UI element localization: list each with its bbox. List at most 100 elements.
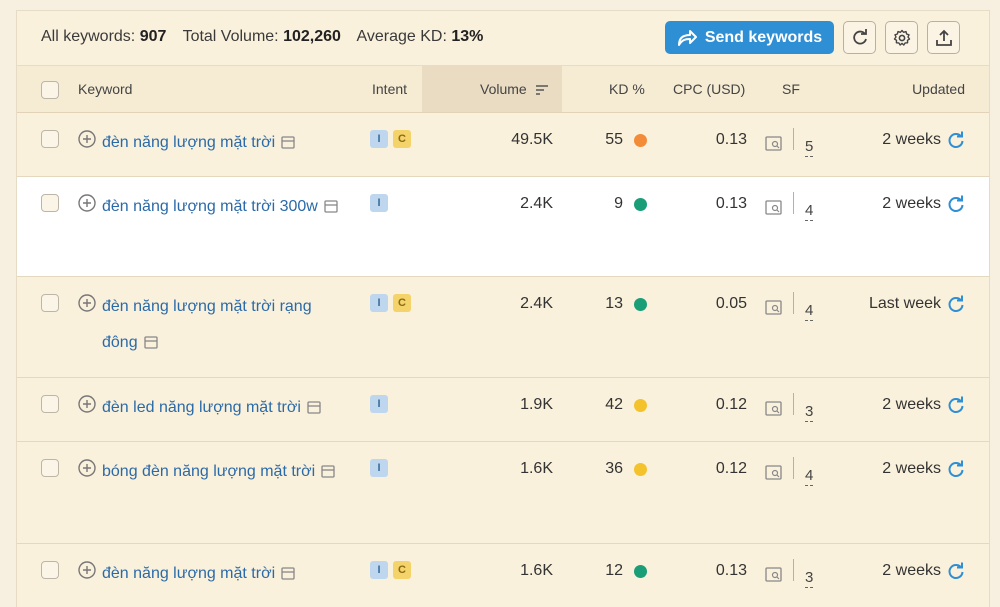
serp-features-icon[interactable] [765,567,783,583]
all-keywords-value: 907 [139,28,167,45]
column-header-sf[interactable]: SF [782,81,800,97]
column-header-keyword[interactable]: Keyword [78,81,132,97]
serp-features-icon[interactable] [765,200,783,216]
sf-divider [793,393,794,415]
summary-bar: All keywords: 907 Total Volume: 102,260 … [17,11,989,65]
column-header-intent[interactable]: Intent [372,81,407,97]
table-row[interactable]: bóng đèn năng lượng mặt trời I 1.6K 36 0.12 4… [17,442,989,544]
column-header-volume-label: Volume [480,81,527,97]
column-header-updated[interactable]: Updated [912,81,965,97]
keyword-link[interactable]: đèn năng lượng mặt trời rạng đông [102,298,312,351]
intent-commercial-badge: C [393,130,411,148]
sf-divider [793,292,794,314]
add-to-list-icon[interactable] [78,395,96,413]
column-header-cpc[interactable]: CPC (USD) [673,81,745,97]
send-keywords-button[interactable]: Send keywords [665,21,834,54]
refresh-icon[interactable] [947,195,965,213]
refresh-icon[interactable] [947,460,965,478]
volume-value: 2.4K [520,295,553,312]
intent-badges: IC [370,130,411,148]
sf-count[interactable]: 4 [805,302,814,321]
refresh-icon[interactable] [947,295,965,313]
table-header: Keyword Intent Volume KD % CPC (USD) SF … [17,65,989,113]
intent-badges: I [370,459,388,477]
row-checkbox[interactable] [41,130,59,148]
intent-informational-badge: I [370,459,388,477]
table-row[interactable]: đèn led năng lượng mặt trời I 1.9K 42 0.12 3 2… [17,378,989,442]
refresh-icon[interactable] [947,396,965,414]
serp-preview-icon[interactable] [321,465,335,478]
table-row[interactable]: đèn năng lượng mặt trời I C 1.6K 12 0.13 3 2 we… [17,544,989,607]
keyword-link[interactable]: đèn led năng lượng mặt trời [102,399,301,416]
add-to-list-icon[interactable] [78,294,96,312]
updated-value: 2 weeks [882,131,941,148]
intent-informational-badge: I [370,294,388,312]
volume-value: 1.6K [520,460,553,477]
sf-count[interactable]: 3 [805,569,814,588]
serp-features-icon[interactable] [765,465,783,481]
row-checkbox[interactable] [41,294,59,312]
intent-badges: I [370,395,388,413]
column-header-volume[interactable]: Volume [480,81,549,97]
settings-button[interactable] [885,21,918,54]
intent-informational-badge: I [370,395,388,413]
row-checkbox[interactable] [41,395,59,413]
keyword-link[interactable]: đèn năng lượng mặt trời [102,565,275,582]
sf-count[interactable]: 3 [805,403,814,422]
intent-badges: IC [370,561,411,579]
refresh-icon[interactable] [947,131,965,149]
select-all-checkbox[interactable] [41,81,59,99]
sf-count[interactable]: 5 [805,138,814,157]
row-checkbox[interactable] [41,561,59,579]
intent-commercial-badge: C [393,561,411,579]
kd-difficulty-dot [634,463,647,476]
serp-features-icon[interactable] [765,136,783,152]
total-volume-value: 102,260 [283,28,341,45]
updated-value: Last week [868,295,941,312]
serp-preview-icon[interactable] [281,567,295,580]
serp-features-icon[interactable] [765,300,783,316]
intent-commercial-badge: C [393,294,411,312]
add-to-list-icon[interactable] [78,130,96,148]
kd-value: 13 [605,295,623,312]
keyword-link[interactable]: bóng đèn năng lượng mặt trời [102,463,315,480]
add-to-list-icon[interactable] [78,561,96,579]
sf-divider [793,457,794,479]
keyword-link[interactable]: đèn năng lượng mặt trời 300w [102,198,318,215]
intent-informational-badge: I [370,194,388,212]
serp-features-icon[interactable] [765,401,783,417]
serp-preview-icon[interactable] [143,336,158,349]
table-row[interactable]: đèn năng lượng mặt trời 300w I 2.4K 9 0.13 4 2… [17,177,989,277]
sf-count[interactable]: 4 [805,202,814,221]
total-volume-label: Total Volume: [182,28,279,45]
serp-preview-icon[interactable] [324,200,338,213]
refresh-button[interactable] [843,21,876,54]
add-to-list-icon[interactable] [78,194,96,212]
cpc-value: 0.12 [715,460,747,477]
row-checkbox[interactable] [41,194,59,212]
table-row[interactable]: đèn năng lượng mặt trời rạng đông I C 2.4K 1… [17,277,989,378]
refresh-icon[interactable] [947,562,965,580]
serp-preview-icon[interactable] [281,136,295,149]
kd-difficulty-dot [634,399,647,412]
row-checkbox[interactable] [41,459,59,477]
refresh-icon [852,28,867,44]
sf-divider [793,192,794,214]
send-keywords-label: Send keywords [704,28,823,46]
updated-value: 2 weeks [882,562,941,579]
volume-value: 1.9K [520,396,553,413]
volume-value: 1.6K [520,562,553,579]
add-to-list-icon[interactable] [78,459,96,477]
average-kd-label: Average KD: [356,28,447,45]
intent-badges: I [370,194,388,212]
export-button[interactable] [927,21,960,54]
keyword-link[interactable]: đèn năng lượng mặt trời [102,134,275,151]
cpc-value: 0.13 [715,195,747,212]
sort-icon [535,85,548,95]
table-row[interactable]: đèn năng lượng mặt trời I C 49.5K 55 0.13 5 2 w… [17,113,989,177]
kd-difficulty-dot [634,298,647,311]
kd-difficulty-dot [634,134,647,147]
column-header-kd[interactable]: KD % [609,81,645,97]
serp-preview-icon[interactable] [307,401,321,414]
sf-count[interactable]: 4 [805,467,814,486]
